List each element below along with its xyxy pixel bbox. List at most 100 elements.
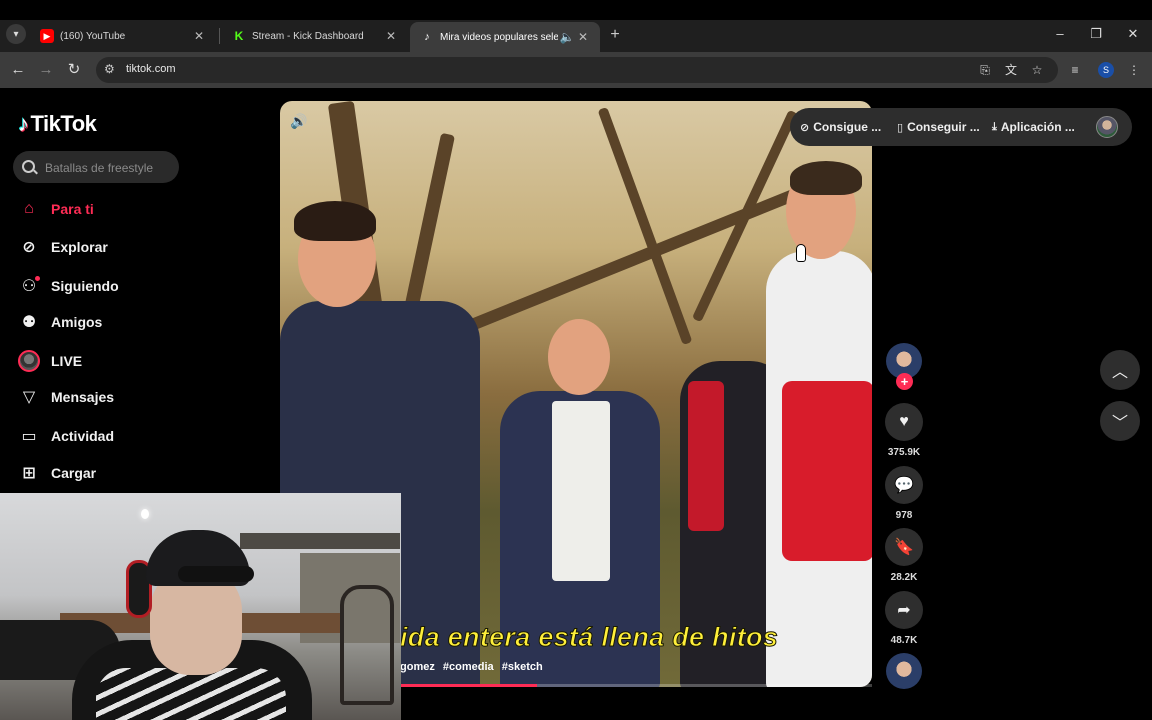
close-tab-icon[interactable]: ✕ bbox=[576, 30, 590, 44]
next-video-button[interactable]: ﹀ bbox=[1100, 401, 1140, 441]
tab-tiktok[interactable]: ♪ Mira videos populares selec 🔈 ✕ bbox=[410, 22, 600, 52]
tab-kick-dashboard[interactable]: K Stream - Kick Dashboard ✕ bbox=[222, 22, 408, 50]
desktop-app-button[interactable]: ⤓ Aplicación ... bbox=[992, 120, 1075, 134]
friends-icon: ⚉ bbox=[21, 314, 37, 331]
site-settings-icon[interactable]: ⚙ bbox=[104, 62, 115, 76]
chevron-down-icon: ﹀ bbox=[1111, 415, 1128, 432]
phone-icon: ▯ bbox=[897, 121, 904, 134]
search-icon bbox=[22, 160, 35, 173]
sidebar-item-label: Actividad bbox=[51, 428, 115, 444]
close-window-icon[interactable]: ✕ bbox=[1123, 26, 1143, 42]
minimize-icon[interactable]: – bbox=[1050, 26, 1070, 41]
bookmark-icon: 🔖 bbox=[894, 539, 914, 556]
sidebar-item-label: Cargar bbox=[51, 465, 97, 481]
get-coins-label: Consigue ... bbox=[813, 120, 882, 134]
chevron-up-icon: ︿ bbox=[1111, 364, 1128, 381]
upload-icon: ⊞ bbox=[22, 465, 36, 482]
kick-icon: K bbox=[234, 29, 244, 43]
video-subtitle: ida entera está llena de hitos bbox=[399, 622, 779, 653]
hashtag[interactable]: #comedia bbox=[443, 661, 494, 673]
bookmark-star-icon[interactable]: ☆ bbox=[1028, 61, 1046, 79]
tiktok-logo[interactable]: ♪ TikTok bbox=[18, 111, 97, 137]
sidebar-item-actividad[interactable]: ▭ Actividad bbox=[18, 424, 114, 448]
get-app-label: Conseguir ... bbox=[907, 120, 980, 134]
activity-icon: ▭ bbox=[21, 428, 37, 445]
hashtag[interactable]: gomez bbox=[400, 661, 435, 673]
music-disc-avatar[interactable] bbox=[886, 653, 922, 689]
coin-icon: ⊘ bbox=[800, 121, 810, 134]
red-lapel bbox=[688, 381, 724, 531]
profile-avatar[interactable]: S bbox=[1098, 62, 1114, 78]
address-bar[interactable] bbox=[96, 57, 1058, 83]
follow-plus-icon[interactable]: + bbox=[896, 373, 913, 390]
new-tab-button[interactable]: + bbox=[606, 25, 624, 45]
close-tab-icon[interactable]: ✕ bbox=[192, 29, 206, 43]
logo-text: TikTok bbox=[30, 111, 97, 136]
reload-icon[interactable]: ↻ bbox=[64, 60, 84, 80]
sidebar-item-label: LIVE bbox=[51, 353, 83, 369]
hashtag[interactable]: #sketch bbox=[502, 661, 543, 673]
sidebar-item-label: Mensajes bbox=[51, 389, 115, 405]
tab-youtube[interactable]: ▶ (160) YouTube ✕ bbox=[30, 22, 216, 50]
comment-icon: 💬 bbox=[894, 477, 914, 494]
get-coins-button[interactable]: ⊘ Consigue ... bbox=[800, 120, 881, 134]
previous-video-button[interactable]: ︿ bbox=[1100, 350, 1140, 390]
sidebar-item-label: Amigos bbox=[51, 314, 103, 330]
actor-hair bbox=[294, 201, 376, 241]
ceiling-light bbox=[141, 509, 149, 519]
sidebar-item-siguiendo[interactable]: ⚇ Siguiendo bbox=[18, 274, 119, 298]
sidebar-item-para-ti[interactable]: ⌂ Para ti bbox=[18, 197, 94, 221]
restore-icon[interactable]: ❐ bbox=[1086, 26, 1106, 42]
streamer-jacket bbox=[96, 668, 286, 720]
compass-icon: ⊘ bbox=[22, 239, 36, 256]
search-placeholder: Batallas de freestyle bbox=[45, 161, 154, 175]
media-controls-icon[interactable]: ≡ bbox=[1066, 61, 1084, 79]
live-icon bbox=[18, 350, 40, 372]
actor-white-shirt bbox=[552, 401, 610, 581]
notification-dot bbox=[35, 276, 40, 281]
sidebar-item-live[interactable]: LIVE bbox=[18, 349, 82, 373]
download-icon: ⤓ bbox=[992, 120, 997, 133]
install-app-icon[interactable]: ⎘ bbox=[976, 61, 994, 79]
video-progress-fill bbox=[400, 684, 537, 687]
share-arrow-icon: ➦ bbox=[897, 602, 911, 619]
save-count: 28.2K bbox=[890, 572, 918, 583]
live-avatar bbox=[18, 350, 40, 372]
actor-hair bbox=[790, 161, 862, 195]
youtube-icon: ▶ bbox=[40, 29, 54, 43]
sidebar-item-cargar[interactable]: ⊞ Cargar bbox=[18, 461, 96, 485]
get-app-button[interactable]: ▯ Conseguir ... bbox=[897, 120, 980, 134]
more-menu-icon[interactable]: ⋮ bbox=[1125, 61, 1143, 79]
tab-search-chevron-icon[interactable]: ▾ bbox=[6, 24, 26, 44]
address-bar-url[interactable]: tiktok.com bbox=[126, 63, 176, 75]
sidebar-item-label: Siguiendo bbox=[51, 278, 119, 294]
desktop-app-label: Aplicación ... bbox=[1000, 120, 1075, 134]
sidebar-item-amigos[interactable]: ⚉ Amigos bbox=[18, 310, 103, 334]
sidebar-item-mensajes[interactable]: ▽ Mensajes bbox=[18, 385, 114, 409]
like-count: 375.9K bbox=[887, 447, 921, 458]
share-button[interactable]: ➦ bbox=[885, 591, 923, 629]
sidebar-item-label: Para ti bbox=[51, 201, 94, 217]
translate-icon[interactable]: 文 bbox=[1002, 61, 1020, 79]
tab-title: (160) YouTube bbox=[60, 30, 126, 42]
sidebar-item-explorar[interactable]: ⊘ Explorar bbox=[18, 235, 108, 259]
home-icon: ⌂ bbox=[24, 200, 34, 217]
like-button[interactable]: ♥ bbox=[885, 403, 923, 441]
mouse-cursor bbox=[796, 244, 806, 262]
save-button[interactable]: 🔖 bbox=[885, 528, 923, 566]
cap-bill bbox=[178, 566, 254, 582]
volume-icon[interactable]: 🔊 bbox=[290, 113, 307, 130]
sidebar-item-label: Explorar bbox=[51, 239, 108, 255]
comment-button[interactable]: 💬 bbox=[885, 466, 923, 504]
back-arrow-icon[interactable]: ← bbox=[8, 60, 28, 80]
user-avatar[interactable] bbox=[1096, 116, 1118, 138]
tiktok-note-icon: ♪ bbox=[18, 111, 29, 136]
kitchen-shelf bbox=[240, 533, 400, 549]
messages-icon: ▽ bbox=[22, 389, 36, 406]
audio-playing-icon[interactable]: 🔈 bbox=[558, 30, 576, 44]
chair bbox=[340, 585, 394, 705]
close-tab-icon[interactable]: ✕ bbox=[384, 29, 398, 43]
share-count: 48.7K bbox=[890, 635, 918, 646]
forward-arrow-icon[interactable]: → bbox=[36, 60, 56, 80]
actor-head bbox=[548, 319, 610, 395]
